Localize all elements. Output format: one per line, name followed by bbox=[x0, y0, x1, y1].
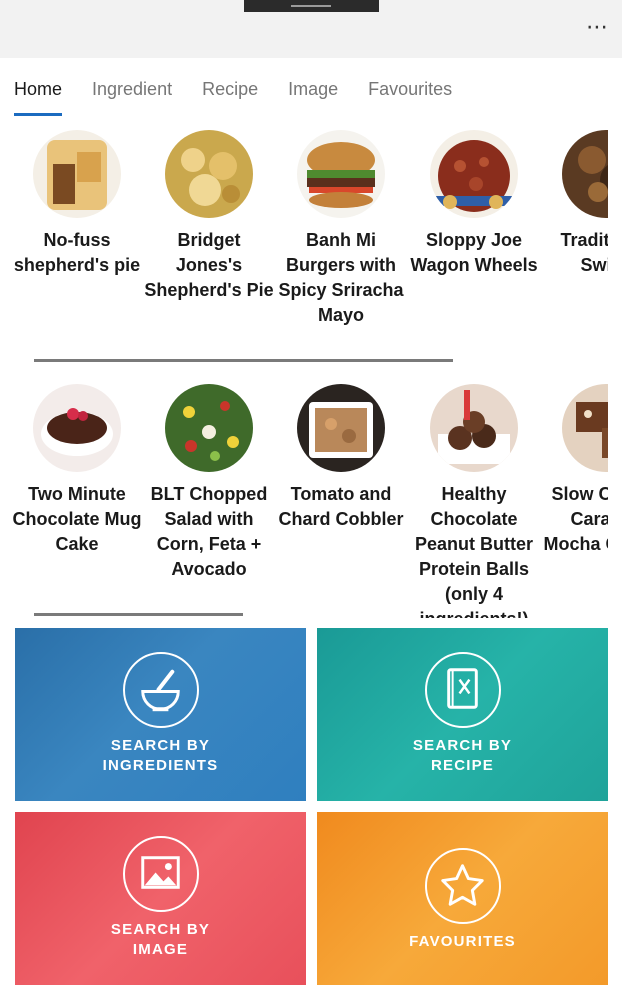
recipe-thumbnail bbox=[33, 384, 121, 472]
recipe-title: Banh Mi Burgers with Spicy Sriracha Mayo bbox=[278, 230, 404, 325]
recipe-title: Two Minute Chocolate Mug Cake bbox=[12, 484, 142, 554]
title-bar: ⋯ bbox=[0, 0, 622, 58]
recipe-thumbnail bbox=[297, 384, 385, 472]
recipe-card[interactable]: Slow Cooker Caramel Mocha Crunch bbox=[540, 384, 608, 557]
tile-label: FAVOURITES bbox=[409, 933, 516, 950]
recipe-card[interactable]: Healthy Chocolate Peanut Butter Protein … bbox=[408, 384, 540, 618]
recipe-book-icon bbox=[424, 652, 501, 728]
star-icon bbox=[424, 848, 501, 924]
recipe-card[interactable]: Sloppy Joe Wagon Wheels bbox=[408, 130, 540, 278]
tile-label-line1: SEARCH BY bbox=[110, 921, 211, 938]
row-2-scrollbar[interactable] bbox=[34, 613, 243, 616]
tab-image[interactable]: Image bbox=[288, 76, 338, 116]
tab-home[interactable]: Home bbox=[14, 76, 63, 116]
tab-bar: Home Ingredient Recipe Image Favourites bbox=[14, 76, 452, 116]
window-grip[interactable] bbox=[244, 0, 379, 12]
recipe-thumbnail bbox=[562, 384, 608, 472]
recipe-thumbnail bbox=[430, 384, 518, 472]
recipe-title: Slow Cooker Caramel Mocha Crunch bbox=[543, 484, 608, 554]
recipe-thumbnail bbox=[430, 130, 518, 218]
recipe-card[interactable]: Banh Mi Burgers with Spicy Sriracha Mayo bbox=[275, 130, 407, 328]
recipe-card[interactable]: No-fuss shepherd's pie bbox=[11, 130, 143, 278]
recipe-title: BLT Chopped Salad with Corn, Feta + Avoc… bbox=[150, 484, 268, 579]
recipe-title: Bridget Jones's Shepherd's Pie bbox=[144, 230, 274, 300]
tab-ingredient[interactable]: Ingredient bbox=[92, 76, 172, 116]
favourites-tile[interactable]: FAVOURITES bbox=[317, 812, 608, 985]
tile-label-line2: RECIPE bbox=[430, 757, 495, 774]
search-by-recipe-tile[interactable]: SEARCH BY RECIPE bbox=[317, 628, 608, 801]
recipe-card[interactable]: Bridget Jones's Shepherd's Pie bbox=[143, 130, 275, 303]
recipe-title: Sloppy Joe Wagon Wheels bbox=[410, 230, 538, 275]
recipe-card[interactable]: Tomato and Chard Cobbler bbox=[275, 384, 407, 532]
recipe-thumbnail bbox=[33, 130, 121, 218]
recipe-thumbnail bbox=[562, 130, 608, 218]
row-1-scrollbar[interactable] bbox=[34, 359, 453, 362]
search-by-image-tile[interactable]: SEARCH BY IMAGE bbox=[15, 812, 306, 985]
mortar-pestle-icon bbox=[122, 652, 199, 728]
search-by-ingredients-tile[interactable]: SEARCH BY INGREDIENTS bbox=[15, 628, 306, 801]
recipe-card[interactable]: Traditional Swiss bbox=[540, 130, 608, 278]
tile-label-line2: INGREDIENTS bbox=[102, 757, 219, 774]
recipe-thumbnail bbox=[165, 384, 253, 472]
recipe-thumbnail bbox=[165, 130, 253, 218]
tab-favourites[interactable]: Favourites bbox=[368, 76, 452, 116]
recipe-title: Healthy Chocolate Peanut Butter Protein … bbox=[414, 484, 533, 618]
recipe-card[interactable]: Two Minute Chocolate Mug Cake bbox=[11, 384, 143, 557]
recipe-title: Traditional Swiss bbox=[560, 230, 608, 275]
tile-label-line1: SEARCH BY bbox=[412, 737, 513, 754]
tab-recipe[interactable]: Recipe bbox=[202, 76, 258, 116]
image-icon bbox=[122, 836, 199, 912]
recipe-card[interactable]: BLT Chopped Salad with Corn, Feta + Avoc… bbox=[143, 384, 275, 582]
recipe-row-2: Two Minute Chocolate Mug Cake BLT Choppe… bbox=[0, 384, 608, 618]
recipe-thumbnail bbox=[297, 130, 385, 218]
recipe-title: Tomato and Chard Cobbler bbox=[278, 484, 404, 529]
more-options-icon[interactable]: ⋯ bbox=[586, 16, 610, 38]
tile-label-line2: IMAGE bbox=[132, 941, 189, 958]
tile-label-line1: SEARCH BY bbox=[110, 737, 211, 754]
recipe-title: No-fuss shepherd's pie bbox=[13, 230, 141, 275]
recipe-row-1: No-fuss shepherd's pie Bridget Jones's S… bbox=[0, 130, 608, 352]
